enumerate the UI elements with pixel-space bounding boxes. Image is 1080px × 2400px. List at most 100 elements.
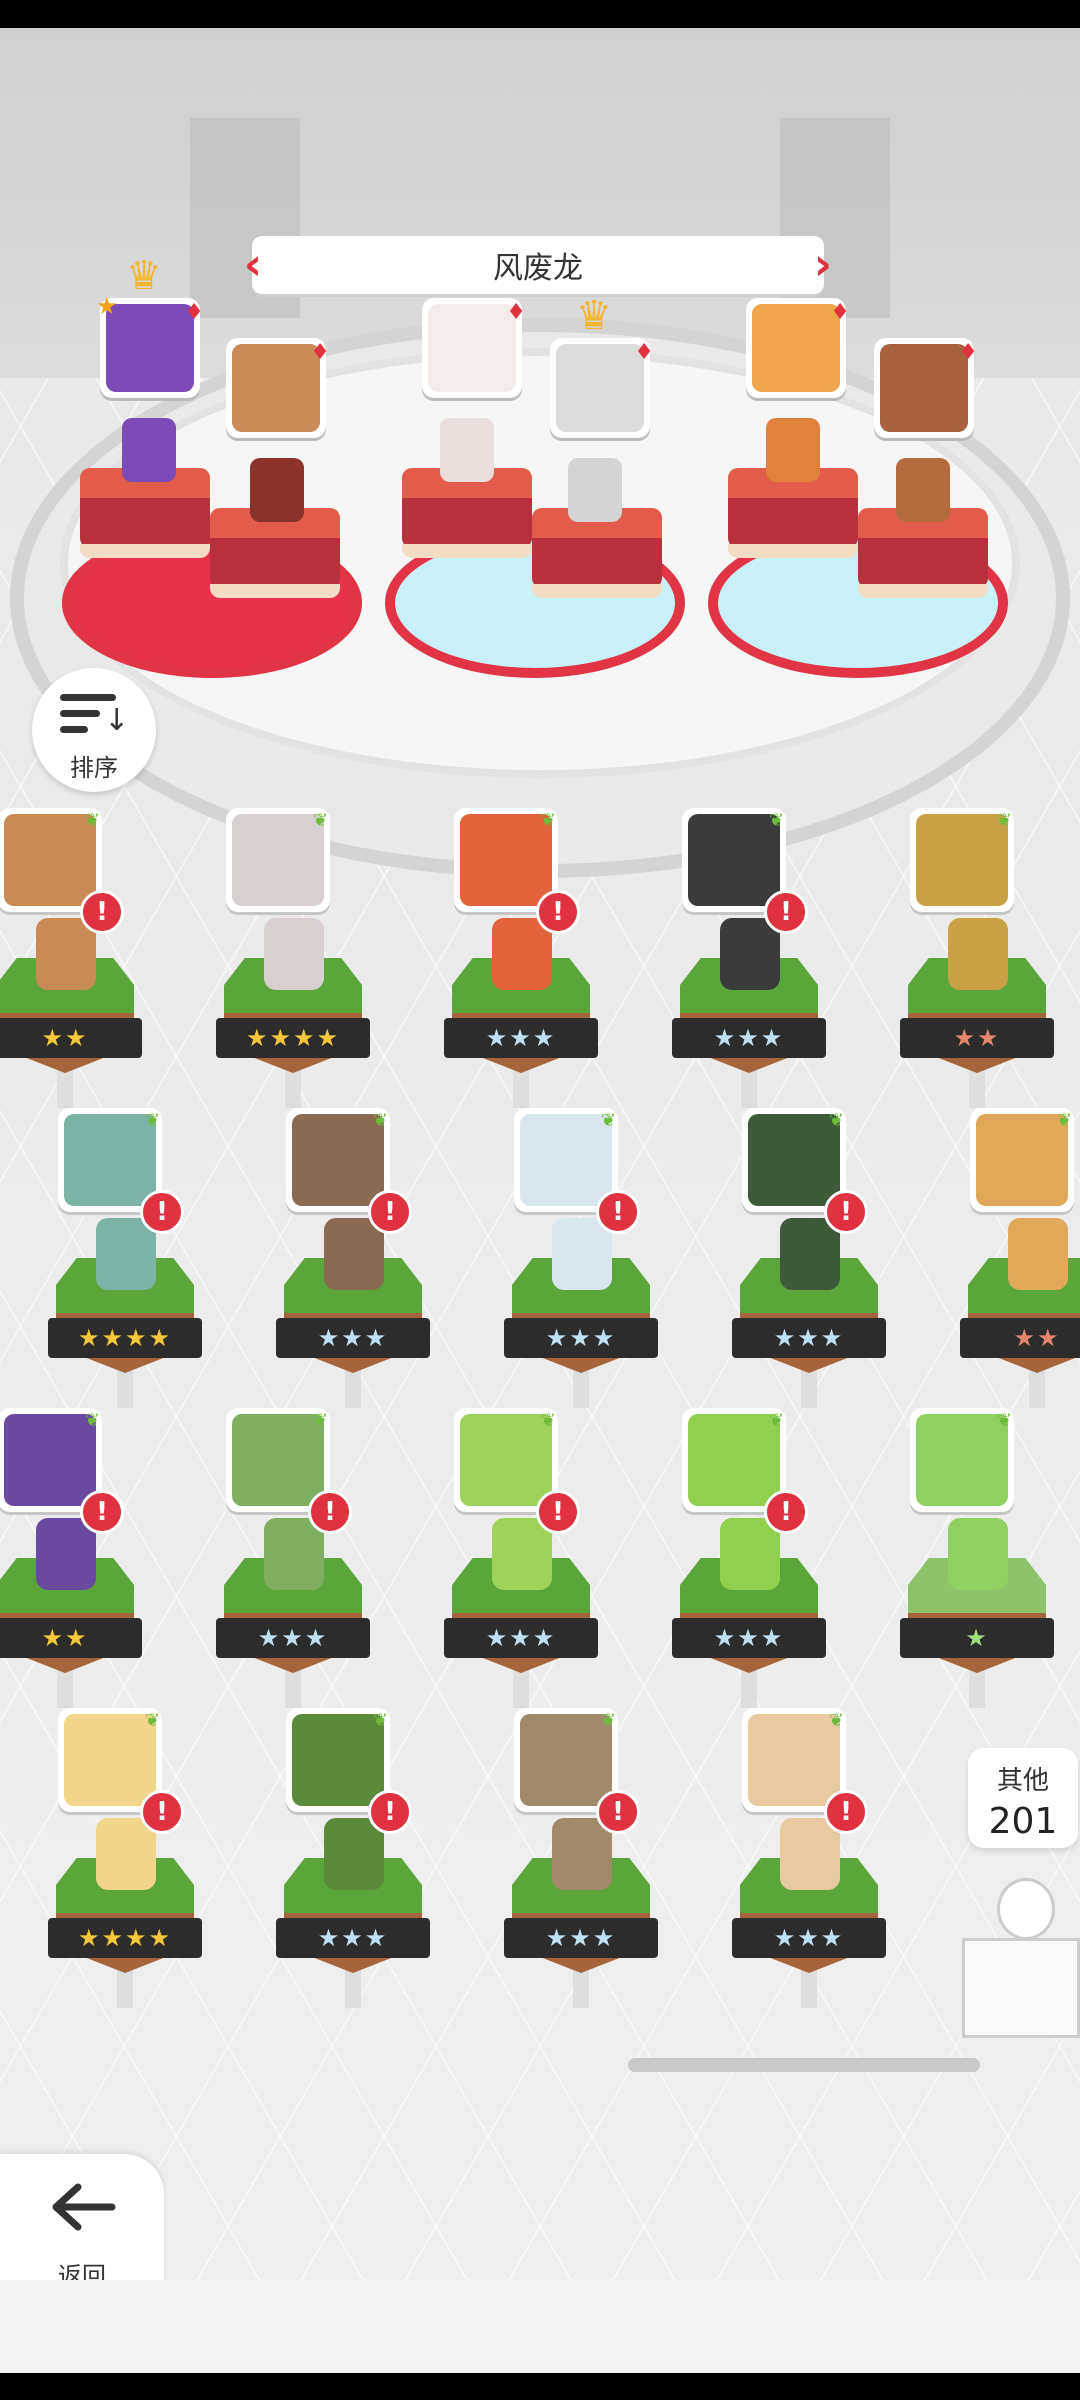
leaf-icon: ❦ <box>84 810 100 831</box>
star-label: ★★★ <box>545 1324 617 1352</box>
star-label: ★★★★ <box>245 1024 341 1052</box>
star-label: ★★★★ <box>77 1924 173 1952</box>
hero-slot[interactable]: ★★★★ ❦! <box>40 1708 210 2008</box>
chevron-right-icon[interactable]: › <box>810 240 836 290</box>
star-label: ★★★ <box>545 1924 617 1952</box>
team-portrait-3[interactable]: ♦ <box>422 298 526 398</box>
hero-slot[interactable]: ★★★★ ❦! <box>40 1108 210 1408</box>
cake-stand <box>728 468 858 568</box>
team-sprite[interactable] <box>896 458 950 522</box>
hero-portrait[interactable]: ❦ <box>970 1108 1074 1212</box>
other-label: 其他 <box>996 1766 1049 1796</box>
star-label: ★★ <box>41 1624 89 1652</box>
hero-slot[interactable]: ★★★ ❦! <box>724 1708 894 2008</box>
hero-slot[interactable]: ★★★ ❦! <box>724 1108 894 1408</box>
exclamation-icon: ! <box>536 1490 580 1534</box>
leaf-icon: ❦ <box>312 810 328 831</box>
team-portrait-1[interactable]: ★ ♦ <box>96 292 204 398</box>
star-label: ★★ <box>953 1024 1001 1052</box>
team-portrait-2[interactable]: ♦ <box>226 338 330 438</box>
hero-slot[interactable]: ★ ❦ <box>892 1408 1062 1708</box>
leaf-icon: ❦ <box>144 1110 160 1131</box>
cake-stand <box>210 508 340 608</box>
crown-icon: ♛ <box>126 253 162 299</box>
leaf-icon: ❦ <box>540 1410 556 1431</box>
hero-slot[interactable]: ★★ ❦ <box>952 1108 1080 1408</box>
star-rating: ★★★ <box>672 1018 826 1058</box>
leaf-icon: ❦ <box>600 1110 616 1131</box>
hero-slot[interactable]: ★★★ ❦! <box>268 1108 438 1408</box>
empty-pedestal <box>952 1878 1080 2048</box>
hero-slot[interactable]: ★★★ ❦! <box>496 1108 666 1408</box>
diamond-icon: ♦ <box>506 300 526 325</box>
other-count: 201 <box>988 1801 1058 1842</box>
cake-stand <box>532 508 662 608</box>
exclamation-icon: ! <box>368 1190 412 1234</box>
hero-portrait[interactable]: ❦ <box>910 808 1014 912</box>
hero-slot[interactable]: ★★★ ❦! <box>664 1408 834 1708</box>
team-name: 风废龙 <box>493 251 583 286</box>
hero-sprite[interactable] <box>1008 1218 1068 1290</box>
hero-slot[interactable]: ★★★ ❦! <box>496 1708 666 2008</box>
star-rating: ★★★★ <box>48 1318 202 1358</box>
diamond-icon: ♦ <box>184 300 204 325</box>
hero-slot[interactable]: ★★ ❦ <box>892 808 1062 1108</box>
team-portrait-6[interactable]: ♦ <box>874 338 978 438</box>
leader-star-icon: ★ <box>96 292 118 320</box>
exclamation-icon: ! <box>824 1790 868 1834</box>
team-sprite[interactable] <box>250 458 304 522</box>
star-rating: ★★★ <box>276 1918 430 1958</box>
team-sprite[interactable] <box>568 458 622 522</box>
exclamation-icon: ! <box>368 1790 412 1834</box>
sort-button[interactable]: ↓ 排序 <box>32 668 156 792</box>
star-rating: ★★★ <box>732 1318 886 1358</box>
leaf-icon: ❦ <box>1056 1110 1072 1131</box>
hero-sprite[interactable] <box>948 918 1008 990</box>
exclamation-icon: ! <box>140 1190 184 1234</box>
hero-slot[interactable]: ★★★ ❦! <box>664 808 834 1108</box>
sort-icon: ↓ <box>60 694 129 740</box>
team-portrait-5[interactable]: ♦ <box>746 298 850 398</box>
star-label: ★★★ <box>257 1624 329 1652</box>
other-counter[interactable]: 其他 201 <box>968 1748 1078 1848</box>
star-label: ★★ <box>41 1024 89 1052</box>
star-label: ★★★ <box>317 1924 389 1952</box>
hero-portrait[interactable]: ❦ <box>226 808 330 912</box>
leaf-icon: ❦ <box>84 1410 100 1431</box>
hero-slot[interactable]: ★★ ❦! <box>0 1408 150 1708</box>
navigation-strip <box>0 2280 1080 2373</box>
hero-slot[interactable]: ★★★★ ❦ <box>208 808 378 1108</box>
cake-stand <box>80 468 210 568</box>
team-sprite[interactable] <box>440 418 494 482</box>
exclamation-icon: ! <box>596 1190 640 1234</box>
hero-slot[interactable]: ★★★ ❦! <box>436 1408 606 1708</box>
leaf-icon: ❦ <box>828 1110 844 1131</box>
team-portrait-4[interactable]: ♦ <box>550 338 654 438</box>
star-rating: ★★★★ <box>48 1918 202 1958</box>
team-sprite[interactable] <box>122 418 176 482</box>
team-sprite[interactable] <box>766 418 820 482</box>
star-label: ★★★ <box>485 1624 557 1652</box>
chevron-left-icon[interactable]: ‹ <box>240 240 266 290</box>
exclamation-icon: ! <box>308 1490 352 1534</box>
star-label: ★★ <box>1013 1324 1061 1352</box>
leaf-icon: ❦ <box>996 810 1012 831</box>
bottom-edge <box>0 2373 1080 2400</box>
hero-slot[interactable]: ★★★ ❦! <box>268 1708 438 2008</box>
hero-portrait[interactable]: ❦ <box>910 1408 1014 1512</box>
team-name-banner[interactable]: ‹ 风废龙 › <box>244 236 832 294</box>
diamond-icon: ♦ <box>310 340 330 365</box>
star-rating: ★★ <box>0 1618 142 1658</box>
star-rating: ★★★ <box>504 1918 658 1958</box>
star-rating: ★★ <box>960 1318 1080 1358</box>
status-bar <box>0 0 1080 28</box>
exclamation-icon: ! <box>596 1790 640 1834</box>
hero-slot[interactable]: ★★ ❦! <box>0 808 150 1108</box>
horizontal-scrollbar[interactable] <box>628 2058 980 2072</box>
hero-slot[interactable]: ★★★ ❦! <box>436 808 606 1108</box>
hero-sprite[interactable] <box>948 1518 1008 1590</box>
hero-slot[interactable]: ★★★ ❦! <box>208 1408 378 1708</box>
hero-sprite[interactable] <box>264 918 324 990</box>
star-label: ★★★ <box>317 1324 389 1352</box>
leaf-icon: ❦ <box>768 810 784 831</box>
